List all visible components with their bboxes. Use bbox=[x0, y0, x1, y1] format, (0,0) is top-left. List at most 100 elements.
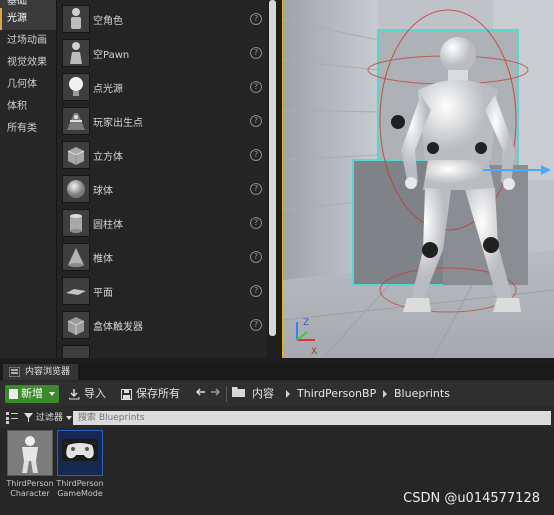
content-browser-filterbar: 过滤器 bbox=[0, 408, 554, 428]
box-trigger-icon bbox=[62, 311, 90, 339]
save-all-button[interactable]: 保存所有 bbox=[121, 385, 180, 403]
new-file-icon bbox=[9, 389, 18, 399]
asset-thirdperson-gamemode[interactable]: ThirdPerson GameMode bbox=[56, 430, 104, 499]
actor-thumbnail bbox=[62, 345, 90, 358]
save-icon bbox=[121, 388, 132, 400]
cylinder-icon bbox=[62, 209, 90, 237]
place-panel-scrollbar[interactable] bbox=[267, 0, 278, 358]
asset-label: ThirdPerson GameMode bbox=[56, 479, 104, 498]
actor-label: 空角色 bbox=[93, 16, 123, 27]
actor-label: 圆柱体 bbox=[93, 220, 123, 231]
help-icon[interactable]: ? bbox=[250, 115, 262, 127]
actor-item-box-trigger[interactable]: 盒体触发器 ? bbox=[57, 309, 267, 343]
actor-item-point-light[interactable]: 点光源 ? bbox=[57, 71, 267, 105]
sources-toggle-button[interactable] bbox=[6, 412, 18, 427]
filter-label: 过滤器 bbox=[35, 413, 63, 423]
content-browser-icon bbox=[9, 367, 20, 377]
add-new-button[interactable]: 新增 bbox=[5, 385, 59, 403]
cube-icon bbox=[62, 141, 90, 169]
chevron-down-icon bbox=[65, 415, 72, 420]
filter-funnel-icon bbox=[24, 413, 33, 422]
actor-item-empty-pawn[interactable]: 空Pawn ? bbox=[57, 37, 267, 71]
content-browser-tabbar: 内容浏览器 bbox=[0, 362, 554, 380]
filter-button[interactable]: 过滤器 bbox=[24, 411, 72, 425]
place-mode-panel: 基础 光源 过场动画 视觉效果 几何体 体积 所有类 空角色 ? 空Pawn ? bbox=[0, 0, 278, 358]
category-all-classes[interactable]: 所有类 bbox=[0, 118, 56, 140]
asset-search-input[interactable] bbox=[73, 411, 551, 425]
actor-label: 球体 bbox=[93, 186, 113, 197]
character-blueprint-thumbnail bbox=[8, 431, 52, 475]
breadcrumb-separator-icon[interactable] bbox=[383, 390, 387, 398]
help-icon[interactable]: ? bbox=[250, 183, 262, 195]
help-icon[interactable]: ? bbox=[250, 149, 262, 161]
save-all-label: 保存所有 bbox=[136, 387, 180, 400]
category-visual-effects[interactable]: 视觉效果 bbox=[0, 52, 56, 74]
actor-item-sphere[interactable]: 球体 ? bbox=[57, 173, 267, 207]
import-icon bbox=[69, 388, 80, 399]
pawn-icon bbox=[62, 39, 90, 67]
toolbar-divider bbox=[226, 386, 227, 402]
light-bulb-icon bbox=[62, 73, 90, 101]
actor-item-player-start[interactable]: 玩家出生点 ? bbox=[57, 105, 267, 139]
actor-label: 盒体触发器 bbox=[93, 322, 143, 333]
category-basic[interactable]: 基础 bbox=[0, 0, 56, 8]
history-back-button[interactable] bbox=[195, 385, 206, 403]
help-icon[interactable]: ? bbox=[250, 47, 262, 59]
arrow-right-icon bbox=[211, 388, 221, 396]
asset-label: ThirdPerson Character bbox=[6, 479, 54, 498]
viewport-scene: Z X bbox=[283, 0, 554, 358]
content-browser-toolbar: 新增 导入 保存所有 内容 ThirdPersonBP Blueprints bbox=[0, 382, 554, 406]
actor-item-empty-character[interactable]: 空角色 ? bbox=[57, 3, 267, 37]
actor-item-cylinder[interactable]: 圆柱体 ? bbox=[57, 207, 267, 241]
category-cinematic[interactable]: 过场动画 bbox=[0, 30, 56, 52]
axis-z-label: Z bbox=[303, 318, 309, 328]
help-icon[interactable]: ? bbox=[250, 81, 262, 93]
category-geometry[interactable]: 几何体 bbox=[0, 74, 56, 96]
scrollbar-thumb[interactable] bbox=[269, 0, 276, 336]
gamepad-icon bbox=[58, 431, 102, 475]
actor-item-cube[interactable]: 立方体 ? bbox=[57, 139, 267, 173]
arrow-left-icon bbox=[195, 388, 205, 396]
actor-item-cone[interactable]: 椎体 ? bbox=[57, 241, 267, 275]
plane-icon bbox=[62, 277, 90, 305]
actor-label: 立方体 bbox=[93, 152, 123, 163]
breadcrumb-separator-icon[interactable] bbox=[286, 390, 290, 398]
import-button[interactable]: 导入 bbox=[69, 385, 106, 403]
actor-list: 空角色 ? 空Pawn ? 点光源 ? 玩家出生点 ? 立方体 ? 球体 ? 圆… bbox=[57, 0, 267, 358]
category-list: 基础 光源 过场动画 视觉效果 几何体 体积 所有类 bbox=[0, 0, 57, 358]
asset-thumbnail bbox=[57, 430, 103, 476]
sources-panel-icon bbox=[6, 412, 18, 424]
actor-item-partial[interactable] bbox=[57, 343, 267, 358]
import-label: 导入 bbox=[84, 387, 106, 400]
level-viewport[interactable]: Z X bbox=[282, 0, 554, 358]
help-icon[interactable]: ? bbox=[250, 251, 262, 263]
actor-label: 玩家出生点 bbox=[93, 118, 143, 129]
axis-x-label: X bbox=[311, 347, 317, 357]
actor-label: 点光源 bbox=[93, 84, 123, 95]
category-lights[interactable]: 光源 bbox=[0, 8, 56, 30]
category-volumes[interactable]: 体积 bbox=[0, 96, 56, 118]
tab-content-browser[interactable]: 内容浏览器 bbox=[3, 364, 79, 380]
watermark: CSDN @u014577128 bbox=[403, 491, 540, 506]
folder-tree-button[interactable] bbox=[232, 385, 245, 403]
actor-item-plane[interactable]: 平面 ? bbox=[57, 275, 267, 309]
player-start-icon bbox=[62, 107, 90, 135]
history-forward-button[interactable] bbox=[210, 385, 221, 403]
actor-label: 平面 bbox=[93, 288, 113, 299]
asset-thirdperson-character[interactable]: ThirdPerson Character bbox=[6, 430, 54, 499]
help-icon[interactable]: ? bbox=[250, 13, 262, 25]
actor-label: 空Pawn bbox=[93, 50, 130, 61]
sphere-icon bbox=[62, 175, 90, 203]
actor-label: 椎体 bbox=[93, 254, 113, 265]
breadcrumb-content[interactable]: 内容 bbox=[252, 385, 274, 403]
character-icon bbox=[62, 5, 90, 33]
breadcrumb-blueprints[interactable]: Blueprints bbox=[394, 385, 450, 403]
help-icon[interactable]: ? bbox=[250, 285, 262, 297]
folder-icon bbox=[232, 387, 245, 397]
help-icon[interactable]: ? bbox=[250, 217, 262, 229]
asset-thumbnail bbox=[7, 430, 53, 476]
help-icon[interactable]: ? bbox=[250, 319, 262, 331]
chevron-down-icon bbox=[49, 392, 55, 396]
cone-icon bbox=[62, 243, 90, 271]
breadcrumb-thirdpersonbp[interactable]: ThirdPersonBP bbox=[297, 385, 376, 403]
